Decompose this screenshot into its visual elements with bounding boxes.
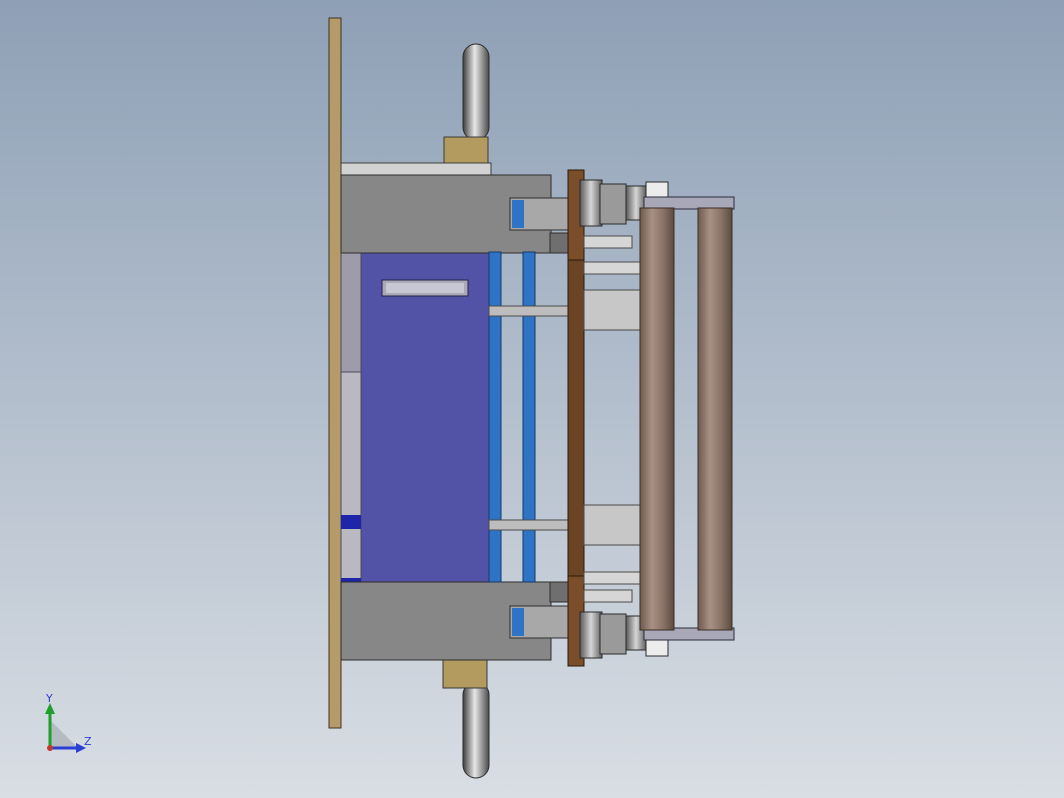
top-clamp-block <box>340 162 571 254</box>
roller-2 <box>697 207 733 631</box>
cad-viewport[interactable]: Y Z <box>0 0 1064 798</box>
blue-plate-2 <box>522 251 536 583</box>
triad-z-label: Z <box>84 735 92 748</box>
blue-plate-1 <box>488 251 502 583</box>
triad-y-label: Y <box>45 692 53 705</box>
motor-housing <box>340 249 490 587</box>
assembly-side-view[interactable]: Y Z <box>0 0 1064 798</box>
base-plate <box>328 17 342 729</box>
roller-1 <box>639 207 675 631</box>
wood-plate <box>567 169 585 667</box>
bottom-clamp-block <box>340 581 571 661</box>
